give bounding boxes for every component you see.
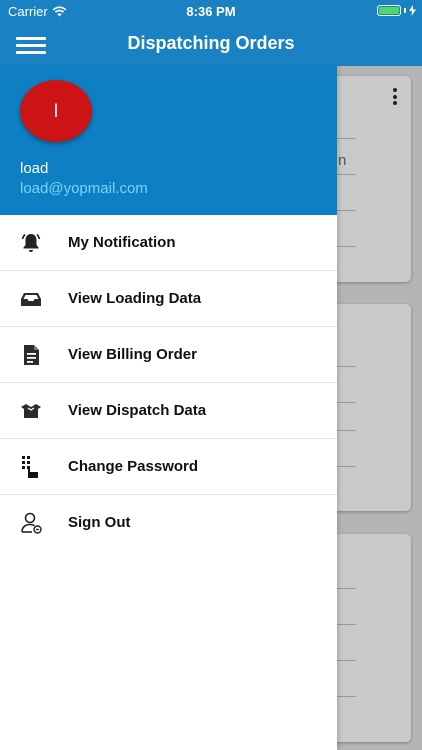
menu-item-sign-out[interactable]: Sign Out bbox=[0, 495, 337, 551]
battery-tip bbox=[404, 8, 406, 13]
card-partial-text: n bbox=[338, 152, 347, 169]
more-options-icon[interactable] bbox=[393, 88, 397, 108]
menu-item-view-loading-data[interactable]: View Loading Data bbox=[0, 271, 337, 327]
battery-fill bbox=[379, 7, 399, 14]
keypad-icon bbox=[22, 456, 38, 478]
top-bar: Carrier 8:36 PM Dispatching Orders bbox=[0, 0, 422, 66]
status-time: 8:36 PM bbox=[186, 4, 236, 19]
menu-item-label: View Billing Order bbox=[68, 346, 197, 363]
drawer-header: l load load@yopmail.com bbox=[0, 66, 337, 215]
menu-item-view-dispatch-data[interactable]: View Dispatch Data bbox=[0, 383, 337, 439]
battery-icon bbox=[377, 5, 401, 16]
menu-item-label: View Loading Data bbox=[68, 290, 202, 307]
status-bar: Carrier 8:36 PM bbox=[0, 0, 422, 22]
user-name: load bbox=[20, 160, 49, 177]
inbox-tray-icon bbox=[21, 293, 41, 306]
menu-item-label: My Notification bbox=[68, 234, 176, 251]
bell-icon bbox=[21, 233, 41, 252]
menu-item-my-notification[interactable]: My Notification bbox=[0, 215, 337, 271]
avatar[interactable]: l bbox=[20, 80, 92, 142]
menu-item-label: Change Password bbox=[68, 458, 199, 475]
charging-bolt-icon bbox=[409, 5, 416, 16]
battery-indicator bbox=[377, 5, 416, 16]
menu-item-view-billing-order[interactable]: View Billing Order bbox=[0, 327, 337, 383]
open-box-icon bbox=[21, 404, 41, 418]
user-email: load@yopmail.com bbox=[20, 180, 148, 197]
page-title: Dispatching Orders bbox=[127, 33, 295, 53]
nav-bar: Dispatching Orders bbox=[0, 22, 422, 66]
navigation-drawer: l load load@yopmail.com My Notification … bbox=[0, 66, 337, 750]
avatar-initial: l bbox=[54, 100, 58, 121]
menu-item-change-password[interactable]: Change Password bbox=[0, 439, 337, 495]
document-icon bbox=[24, 345, 39, 365]
menu-item-label: View Dispatch Data bbox=[68, 402, 207, 419]
menu-item-label: Sign Out bbox=[68, 514, 131, 531]
user-signout-icon bbox=[21, 512, 42, 534]
